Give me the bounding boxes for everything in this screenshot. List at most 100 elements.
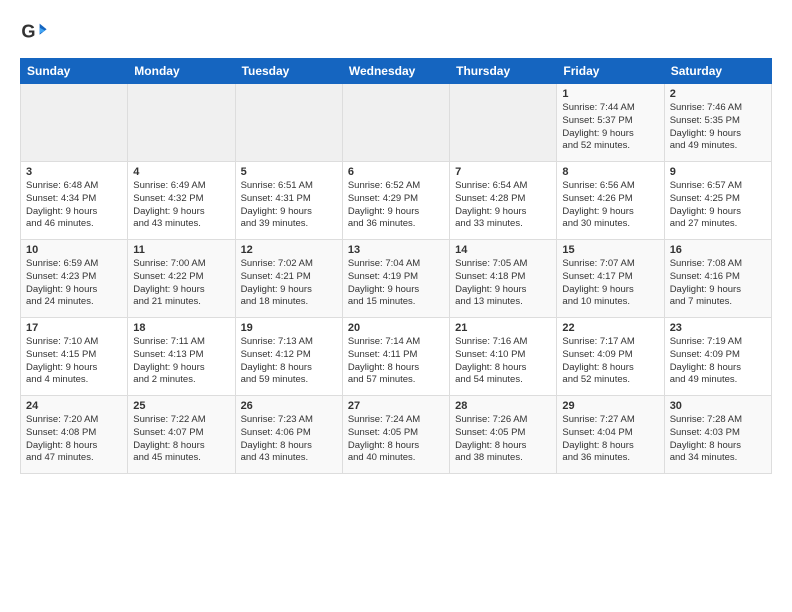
- day-info: Sunrise: 7:20 AM Sunset: 4:08 PM Dayligh…: [26, 414, 122, 465]
- day-number: 30: [670, 400, 766, 412]
- calendar-cell: 18 Sunrise: 7:11 AM Sunset: 4:13 PM Dayli…: [128, 318, 235, 396]
- day-info: Sunrise: 6:56 AM Sunset: 4:26 PM Dayligh…: [562, 180, 658, 231]
- calendar-cell: 17Sunrise: 7:10 AM Sunset: 4:15 PM Dayli…: [21, 318, 128, 396]
- day-number: 15: [562, 244, 658, 256]
- calendar-cell: 4Sunrise: 6:49 AM Sunset: 4:32 PM Daylig…: [128, 162, 235, 240]
- week-row-2: 3 Sunrise: 6:48 AM Sunset: 4:34 PM Daylig…: [21, 162, 772, 240]
- calendar-cell: 14 Sunrise: 7:05 AM Sunset: 4:18 PM Dayli…: [450, 240, 557, 318]
- calendar-table: SundayMondayTuesdayWednesdayThursdayFrid…: [20, 58, 772, 474]
- day-number: 23: [670, 322, 766, 334]
- day-info: Sunrise: 7:08 AM Sunset: 4:16 PM Dayligh…: [670, 258, 766, 309]
- day-number: 9: [670, 166, 766, 178]
- header: G: [20, 18, 772, 46]
- calendar-cell: 23 Sunrise: 7:19 AM Sunset: 4:09 PM Dayli…: [664, 318, 771, 396]
- day-info: Sunrise: 6:51 AM Sunset: 4:31 PM Dayligh…: [241, 180, 337, 231]
- day-number: 24: [26, 400, 122, 412]
- calendar-cell: 6Sunrise: 6:52 AM Sunset: 4:29 PM Daylig…: [342, 162, 449, 240]
- day-number: 11: [133, 244, 229, 256]
- day-number: 20: [348, 322, 444, 334]
- day-info: Sunrise: 7:46 AM Sunset: 5:35 PM Dayligh…: [670, 102, 766, 153]
- day-number: 3: [26, 166, 122, 178]
- day-number: 14: [455, 244, 551, 256]
- calendar-cell: [128, 84, 235, 162]
- calendar-cell: 8 Sunrise: 6:56 AM Sunset: 4:26 PM Daylig…: [557, 162, 664, 240]
- calendar-cell: [342, 84, 449, 162]
- day-info: Sunrise: 7:11 AM Sunset: 4:13 PM Dayligh…: [133, 336, 229, 387]
- day-info: Sunrise: 6:59 AM Sunset: 4:23 PM Dayligh…: [26, 258, 122, 309]
- col-header-tuesday: Tuesday: [235, 59, 342, 84]
- logo: G: [20, 18, 52, 46]
- day-number: 1: [562, 88, 658, 100]
- day-info: Sunrise: 6:48 AM Sunset: 4:34 PM Dayligh…: [26, 180, 122, 231]
- day-info: Sunrise: 7:44 AM Sunset: 5:37 PM Dayligh…: [562, 102, 658, 153]
- day-number: 12: [241, 244, 337, 256]
- calendar-cell: [21, 84, 128, 162]
- col-header-monday: Monday: [128, 59, 235, 84]
- day-info: Sunrise: 7:16 AM Sunset: 4:10 PM Dayligh…: [455, 336, 551, 387]
- calendar-cell: 22 Sunrise: 7:17 AM Sunset: 4:09 PM Dayli…: [557, 318, 664, 396]
- day-info: Sunrise: 7:23 AM Sunset: 4:06 PM Dayligh…: [241, 414, 337, 465]
- header-row: SundayMondayTuesdayWednesdayThursdayFrid…: [21, 59, 772, 84]
- calendar-cell: 13Sunrise: 7:04 AM Sunset: 4:19 PM Dayli…: [342, 240, 449, 318]
- calendar-cell: 5 Sunrise: 6:51 AM Sunset: 4:31 PM Daylig…: [235, 162, 342, 240]
- week-row-3: 10 Sunrise: 6:59 AM Sunset: 4:23 PM Dayli…: [21, 240, 772, 318]
- day-info: Sunrise: 7:27 AM Sunset: 4:04 PM Dayligh…: [562, 414, 658, 465]
- week-row-1: 1 Sunrise: 7:44 AM Sunset: 5:37 PM Daylig…: [21, 84, 772, 162]
- calendar-cell: 16Sunrise: 7:08 AM Sunset: 4:16 PM Dayli…: [664, 240, 771, 318]
- day-info: Sunrise: 7:14 AM Sunset: 4:11 PM Dayligh…: [348, 336, 444, 387]
- day-number: 19: [241, 322, 337, 334]
- col-header-wednesday: Wednesday: [342, 59, 449, 84]
- page: G SundayMondayTuesdayWednesdayThursdayFr…: [0, 0, 792, 484]
- day-info: Sunrise: 6:49 AM Sunset: 4:32 PM Dayligh…: [133, 180, 229, 231]
- col-header-sunday: Sunday: [21, 59, 128, 84]
- calendar-cell: 7 Sunrise: 6:54 AM Sunset: 4:28 PM Daylig…: [450, 162, 557, 240]
- week-row-4: 17Sunrise: 7:10 AM Sunset: 4:15 PM Dayli…: [21, 318, 772, 396]
- calendar-cell: 27 Sunrise: 7:24 AM Sunset: 4:05 PM Dayli…: [342, 396, 449, 474]
- col-header-friday: Friday: [557, 59, 664, 84]
- calendar-cell: 24 Sunrise: 7:20 AM Sunset: 4:08 PM Dayli…: [21, 396, 128, 474]
- day-number: 21: [455, 322, 551, 334]
- calendar-cell: 21 Sunrise: 7:16 AM Sunset: 4:10 PM Dayli…: [450, 318, 557, 396]
- calendar-cell: 29 Sunrise: 7:27 AM Sunset: 4:04 PM Dayli…: [557, 396, 664, 474]
- day-number: 28: [455, 400, 551, 412]
- calendar-cell: 19 Sunrise: 7:13 AM Sunset: 4:12 PM Dayli…: [235, 318, 342, 396]
- calendar-cell: 2Sunrise: 7:46 AM Sunset: 5:35 PM Daylig…: [664, 84, 771, 162]
- day-number: 5: [241, 166, 337, 178]
- day-number: 8: [562, 166, 658, 178]
- day-info: Sunrise: 7:02 AM Sunset: 4:21 PM Dayligh…: [241, 258, 337, 309]
- day-info: Sunrise: 7:28 AM Sunset: 4:03 PM Dayligh…: [670, 414, 766, 465]
- calendar-cell: [235, 84, 342, 162]
- day-info: Sunrise: 7:24 AM Sunset: 4:05 PM Dayligh…: [348, 414, 444, 465]
- calendar-cell: 30 Sunrise: 7:28 AM Sunset: 4:03 PM Dayli…: [664, 396, 771, 474]
- day-info: Sunrise: 7:05 AM Sunset: 4:18 PM Dayligh…: [455, 258, 551, 309]
- svg-text:G: G: [21, 22, 35, 42]
- day-number: 29: [562, 400, 658, 412]
- day-info: Sunrise: 7:04 AM Sunset: 4:19 PM Dayligh…: [348, 258, 444, 309]
- day-info: Sunrise: 7:07 AM Sunset: 4:17 PM Dayligh…: [562, 258, 658, 309]
- calendar-cell: [450, 84, 557, 162]
- calendar-cell: 15 Sunrise: 7:07 AM Sunset: 4:17 PM Dayli…: [557, 240, 664, 318]
- day-info: Sunrise: 7:00 AM Sunset: 4:22 PM Dayligh…: [133, 258, 229, 309]
- day-info: Sunrise: 7:13 AM Sunset: 4:12 PM Dayligh…: [241, 336, 337, 387]
- calendar-cell: 9Sunrise: 6:57 AM Sunset: 4:25 PM Daylig…: [664, 162, 771, 240]
- day-number: 27: [348, 400, 444, 412]
- calendar-cell: 10 Sunrise: 6:59 AM Sunset: 4:23 PM Dayli…: [21, 240, 128, 318]
- day-number: 25: [133, 400, 229, 412]
- day-info: Sunrise: 6:52 AM Sunset: 4:29 PM Dayligh…: [348, 180, 444, 231]
- day-info: Sunrise: 7:19 AM Sunset: 4:09 PM Dayligh…: [670, 336, 766, 387]
- logo-icon: G: [20, 18, 48, 46]
- calendar-cell: 3 Sunrise: 6:48 AM Sunset: 4:34 PM Daylig…: [21, 162, 128, 240]
- day-number: 18: [133, 322, 229, 334]
- day-info: Sunrise: 6:54 AM Sunset: 4:28 PM Dayligh…: [455, 180, 551, 231]
- day-number: 7: [455, 166, 551, 178]
- calendar-cell: 11 Sunrise: 7:00 AM Sunset: 4:22 PM Dayli…: [128, 240, 235, 318]
- col-header-thursday: Thursday: [450, 59, 557, 84]
- week-row-5: 24 Sunrise: 7:20 AM Sunset: 4:08 PM Dayli…: [21, 396, 772, 474]
- day-number: 22: [562, 322, 658, 334]
- day-number: 17: [26, 322, 122, 334]
- day-number: 10: [26, 244, 122, 256]
- day-info: Sunrise: 7:22 AM Sunset: 4:07 PM Dayligh…: [133, 414, 229, 465]
- day-info: Sunrise: 7:17 AM Sunset: 4:09 PM Dayligh…: [562, 336, 658, 387]
- day-number: 26: [241, 400, 337, 412]
- calendar-cell: 12 Sunrise: 7:02 AM Sunset: 4:21 PM Dayli…: [235, 240, 342, 318]
